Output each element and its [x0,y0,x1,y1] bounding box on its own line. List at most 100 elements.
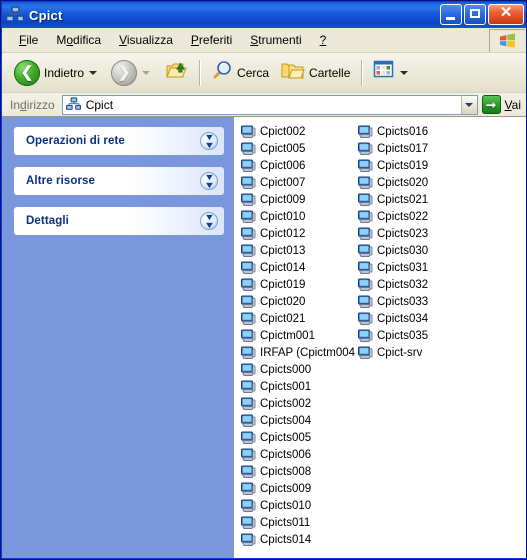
file-list-item[interactable]: Cpicts035 [355,327,472,344]
forward-button[interactable]: ❯ [105,56,158,90]
back-button[interactable]: ❮ Indietro [8,56,105,90]
menu-item-help[interactable]: ? [311,31,336,49]
file-list-item[interactable]: Cpict020 [238,293,355,310]
file-list-item[interactable]: Cpict013 [238,242,355,259]
file-list-item-label: Cpict013 [260,244,306,257]
file-list-item[interactable]: IRFAP (Cpictm004) [238,344,355,361]
file-list-item[interactable]: Cpict007 [238,174,355,191]
computer-icon [357,243,373,259]
file-list-item[interactable]: Cpict-srv [355,344,472,361]
back-arrow-icon: ❮ [14,59,40,86]
chevron-down-icon[interactable] [400,70,409,75]
chevron-double-down-icon[interactable]: ▼ ▼ [200,132,218,150]
sidebar-panel-dettagli[interactable]: Dettagli ▼ ▼ [14,207,224,235]
file-list-item-label: Cpict005 [260,142,306,155]
sidebar-panel-altre-risorse[interactable]: Altre risorse ▼ ▼ [14,167,224,195]
chevron-down-icon[interactable] [89,70,98,75]
file-list-item[interactable]: Cpict021 [238,310,355,327]
file-list-item[interactable]: Cpict002 [238,123,355,140]
sidebar-panel-operazioni-di-rete[interactable]: Operazioni di rete ▼ ▼ [14,127,224,155]
file-list-item[interactable]: Cpicts032 [355,276,472,293]
file-list-item[interactable]: Cpicts019 [355,157,472,174]
file-list-view[interactable]: Cpict002 Cpict005 Cpict006 Cpict007 Cpict009… [235,117,526,558]
file-list-item-label: Cpicts002 [260,397,312,410]
file-list-item[interactable]: Cpicts023 [355,225,472,242]
folders-label: Cartelle [309,65,351,80]
file-list-item[interactable]: Cpicts011 [238,514,355,531]
computer-icon [240,396,256,412]
file-list-item[interactable]: Cpicts002 [238,395,355,412]
file-list-item-label: Cpicts011 [260,516,311,529]
computer-icon [240,430,256,446]
computer-icon [240,328,256,344]
computer-icon [240,141,256,157]
file-list-item[interactable]: Cpicts017 [355,140,472,157]
address-bar: Indirizzo Cpict ➞ Vai [2,93,526,117]
search-button[interactable]: Cerca [205,56,275,90]
file-list-item-label: Cpict-srv [377,346,423,359]
computer-icon [357,124,373,140]
file-list-item[interactable]: Cpict006 [238,157,355,174]
chevron-double-down-icon[interactable]: ▼ ▼ [200,212,218,230]
minimize-button[interactable] [440,4,462,25]
file-list-item[interactable]: Cpicts010 [238,497,355,514]
go-button[interactable]: ➞ Vai [478,94,526,116]
computer-icon [240,226,256,242]
close-button[interactable]: ✕ [488,4,524,25]
toolbar: ❮ Indietro ❯ Cerca Cartelle [2,53,526,93]
toolbar-separator [361,59,363,86]
file-list-item[interactable]: Cpicts034 [355,310,472,327]
file-list-item[interactable]: Cpicts014 [238,531,355,548]
task-pane-sidebar: Operazioni di rete ▼ ▼ Altre risorse ▼ ▼ D… [2,117,235,558]
file-list-item-label: Cpicts020 [377,176,429,189]
file-list-columns: Cpict002 Cpict005 Cpict006 Cpict007 Cpict009… [238,123,526,553]
maximize-button[interactable] [464,4,486,25]
address-input[interactable]: Cpict [61,94,461,115]
file-list-item[interactable]: Cpicts008 [238,463,355,480]
file-list-item[interactable]: Cpicts016 [355,123,472,140]
file-list-item[interactable]: Cpict009 [238,191,355,208]
menu-item-visualizza[interactable]: Visualizza [110,31,182,49]
file-list-item[interactable]: Cpictm001 [238,327,355,344]
computer-icon [240,209,256,225]
file-list-item[interactable]: Cpicts021 [355,191,472,208]
file-list-item[interactable]: Cpicts005 [238,429,355,446]
menu-item-strumenti[interactable]: Strumenti [241,31,310,49]
file-list-item[interactable]: Cpict019 [238,276,355,293]
computer-icon [240,243,256,259]
menu-item-modifica[interactable]: Modifica [47,31,110,49]
windows-flag-logo[interactable] [489,29,525,52]
network-workgroup-icon [65,96,82,113]
address-dropdown-button[interactable] [460,94,478,115]
file-list-item[interactable]: Cpicts022 [355,208,472,225]
file-list-item-label: Cpictm001 [260,329,315,342]
file-list-item[interactable]: Cpicts009 [238,480,355,497]
chevron-double-down-icon[interactable]: ▼ ▼ [200,172,218,190]
computer-icon [240,158,256,174]
up-button[interactable] [158,56,194,90]
menu-item-preferiti[interactable]: Preferiti [182,31,241,49]
computer-icon [240,447,256,463]
file-list-item-label: Cpicts035 [377,329,429,342]
file-list-item[interactable]: Cpicts033 [355,293,472,310]
toolbar-separator [199,59,201,86]
menu-item-file[interactable]: File [10,31,47,49]
views-button[interactable] [367,56,416,90]
file-list-item[interactable]: Cpicts000 [238,361,355,378]
file-list-item[interactable]: Cpict012 [238,225,355,242]
file-list-item[interactable]: Cpicts006 [238,446,355,463]
folders-button[interactable]: Cartelle [275,56,356,90]
file-list-item-label: Cpicts021 [377,193,429,206]
file-list-item[interactable]: Cpict014 [238,259,355,276]
file-list-item[interactable]: Cpicts001 [238,378,355,395]
computer-icon [357,277,373,293]
file-list-item[interactable]: Cpict005 [238,140,355,157]
computer-icon [240,481,256,497]
close-icon: ✕ [499,4,513,21]
file-list-item[interactable]: Cpicts031 [355,259,472,276]
file-list-item[interactable]: Cpict010 [238,208,355,225]
file-list-item-label: Cpict014 [260,261,306,274]
file-list-item[interactable]: Cpicts020 [355,174,472,191]
file-list-item[interactable]: Cpicts004 [238,412,355,429]
file-list-item[interactable]: Cpicts030 [355,242,472,259]
